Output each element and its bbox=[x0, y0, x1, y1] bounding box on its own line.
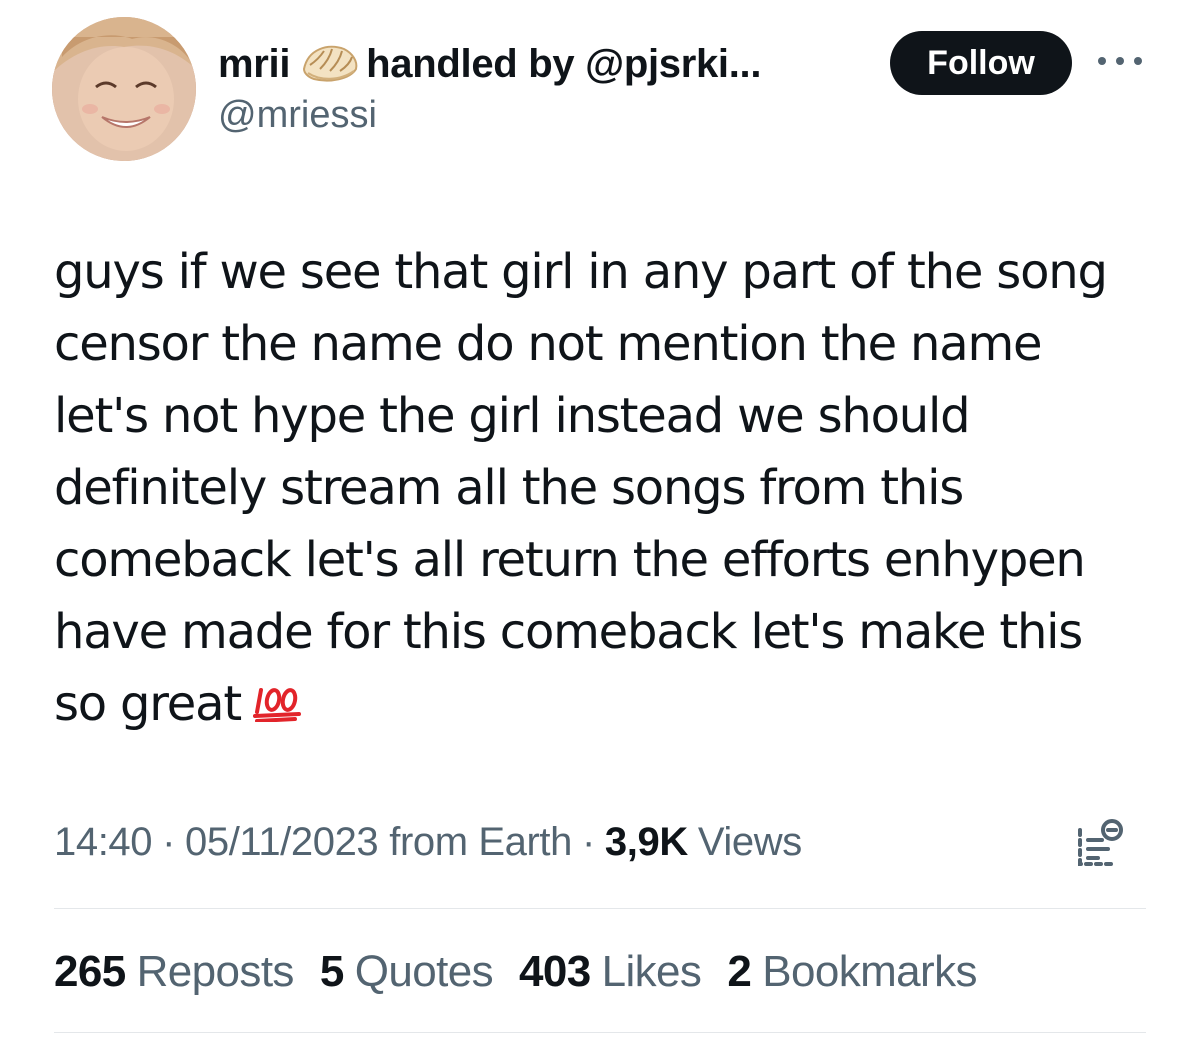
stat-count: 5 bbox=[319, 947, 344, 996]
analytics-icon[interactable] bbox=[1074, 818, 1124, 870]
divider bbox=[54, 1032, 1146, 1033]
tweet-detail: mrii handled by @pjsrki... @mriessi Foll… bbox=[0, 0, 1200, 1045]
tweet-text: guys if we see that girl in any part of … bbox=[54, 236, 1154, 740]
tweet-text-last-line: so great bbox=[54, 668, 1154, 740]
display-name[interactable]: mrii bbox=[218, 42, 290, 87]
tweet-text-line: censor the name do not mention the name bbox=[54, 316, 1043, 372]
author-handle[interactable]: @mriessi bbox=[218, 94, 377, 137]
stat-reposts[interactable]: 265 Reposts bbox=[54, 947, 294, 997]
tweet-text-line: let's not hype the girl instead we shoul… bbox=[54, 388, 971, 444]
stat-likes[interactable]: 403 Likes bbox=[518, 947, 702, 997]
divider bbox=[54, 908, 1146, 909]
more-dot bbox=[1098, 57, 1106, 65]
follow-button[interactable]: Follow bbox=[890, 31, 1072, 95]
stat-label: Bookmarks bbox=[762, 947, 977, 996]
dumpling-icon bbox=[300, 39, 360, 89]
author-name-row[interactable]: mrii handled by @pjsrki... bbox=[218, 36, 761, 92]
more-dot bbox=[1116, 57, 1124, 65]
tweet-text-line: have made for this comeback let's make t… bbox=[54, 604, 1083, 660]
tweet-text-line: guys if we see that girl in any part of … bbox=[54, 244, 1108, 300]
meta-separator: · bbox=[582, 819, 595, 864]
engagement-stats: 265 Reposts 5 Quotes 403 Likes 2 Bookmar… bbox=[54, 944, 1003, 1000]
stat-bookmarks[interactable]: 2 Bookmarks bbox=[727, 947, 977, 997]
tweet-meta: 14:40 · 05/11/2023 from Earth · 3,9K Vie… bbox=[54, 814, 802, 870]
stat-label: Reposts bbox=[136, 947, 295, 996]
meta-separator: · bbox=[162, 819, 176, 864]
tweet-source: from Earth bbox=[389, 819, 572, 864]
display-name-suffix[interactable]: handled by @pjsrki... bbox=[366, 42, 761, 87]
author-avatar[interactable] bbox=[52, 17, 196, 161]
stat-count: 403 bbox=[518, 947, 591, 996]
avatar-photo bbox=[52, 17, 196, 161]
more-dot bbox=[1134, 57, 1142, 65]
tweet-text-line: definitely stream all the songs from thi… bbox=[54, 460, 964, 516]
more-horizontal-icon[interactable] bbox=[1098, 50, 1142, 72]
stat-count: 265 bbox=[54, 947, 126, 996]
tweet-text-line: comeback let's all return the efforts en… bbox=[54, 532, 1086, 588]
stat-label: Quotes bbox=[354, 947, 494, 996]
views-count: 3,9K bbox=[604, 819, 688, 864]
hundred-points-icon bbox=[252, 670, 305, 723]
views-label: Views bbox=[697, 819, 802, 864]
stat-quotes[interactable]: 5 Quotes bbox=[319, 947, 494, 997]
stat-count: 2 bbox=[727, 947, 752, 996]
tweet-date[interactable]: 05/11/2023 bbox=[185, 820, 379, 865]
tweet-text-line: so great bbox=[54, 676, 242, 732]
stat-label: Likes bbox=[601, 947, 702, 996]
tweet-time[interactable]: 14:40 bbox=[54, 820, 153, 865]
